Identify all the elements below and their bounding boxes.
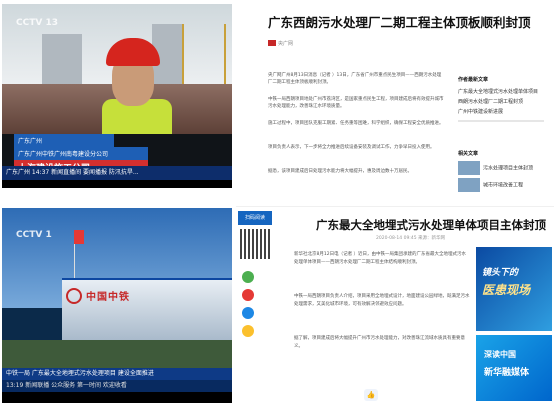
banner-line-2: 医患现场	[482, 283, 531, 297]
tv-frame-worker: CCTV 13 广东广州 广东广州中铁广州南粤建设分公司 上海建设施工公司 广东…	[2, 4, 232, 188]
divider	[458, 120, 544, 122]
banner-line-1: 镜头下的	[482, 268, 519, 278]
caption-nametag: 广东广州 广东广州中铁广州南粤建设分公司 上海建设施工公司	[14, 134, 148, 175]
qr-code-icon[interactable]	[240, 229, 270, 259]
related-item[interactable]: 污水处理项目主体封顶	[458, 161, 544, 175]
sidebar-link[interactable]: 广州中铁建设新进展	[458, 108, 544, 115]
related-title: 相关文章	[458, 151, 479, 157]
qq-share-icon[interactable]	[242, 307, 254, 319]
news-ticker-secondary: 13:19 新闻联播 公众服务 第一时间 欢迎收看	[2, 380, 232, 392]
caption-top: 广东广州	[14, 134, 114, 147]
article-paragraph: 据悉，该项目建成后日处理污水能力将大幅提升，惠及周边数十万居民。	[268, 169, 412, 174]
red-flag	[74, 230, 84, 244]
article-meta: 2020-08-14 09:45 来源：新华网	[376, 236, 445, 241]
letterbox-bar	[2, 392, 232, 403]
article-source: 央广网	[278, 41, 294, 47]
article-paragraph: 央广网广州8月13日消息（记者 ）13日，广东省广州市重点民生项目——西朗污水处…	[268, 73, 442, 85]
sidebar-related: 相关文章 污水处理项目主体封顶 城市环境改善工程	[458, 150, 544, 192]
wechat-share-icon[interactable]	[242, 271, 254, 283]
building-sign: 中国中铁	[86, 292, 130, 303]
weibo-share-icon[interactable]	[242, 289, 254, 301]
letterbox-bar	[2, 180, 232, 188]
news-ticker: 广东广州 14:37 新闻直播间 要闻播报 防汛抗旱...	[2, 166, 232, 180]
article-title[interactable]: 广东最大全地埋式污水处理单体项目主体封顶	[316, 217, 546, 233]
tv-frame-building: CCTV 1 中国中铁 中铁一局 广东最大全地埋式污水处理项目 建设全面推进 1…	[2, 208, 232, 403]
promo-banner-medical[interactable]: 镜头下的 医患现场	[476, 247, 552, 331]
promo-banner-media[interactable]: 深读中国 新华融媒体	[476, 335, 552, 401]
article-paragraph: 中铁一局西朗项目负责人介绍，项目采用全地埋式设计，地面建设公园绿地，既满足污水处…	[294, 294, 470, 307]
news-ticker: 中铁一局 广东最大全地埋式污水处理项目 建设全面推进	[2, 368, 232, 380]
related-thumbnail	[458, 178, 480, 192]
banner-line-1: 深读中国	[484, 350, 516, 359]
source-logo-icon	[268, 40, 276, 46]
like-button[interactable]: 👍	[364, 389, 378, 401]
banner-line-2: 新华融媒体	[484, 368, 530, 378]
company-logo-icon	[66, 288, 82, 304]
article-paragraph: 新华社北京8月12日电（记者 ）近日，由中铁一局集团承建的广东省最大全地埋式污水…	[294, 252, 467, 265]
related-item[interactable]: 城市环境改善工程	[458, 178, 544, 192]
caption-name: 广东广州中铁广州南粤建设分公司	[14, 147, 148, 160]
qr-label: 扫码阅读	[238, 211, 272, 225]
sidebar-link[interactable]: 广东最大全地埋式污水处理单体项目	[458, 88, 544, 95]
article-paragraph: 中铁一局西朗项目地处广州市荔湾区，是国家重点民生工程，项目建成后将有效提升城市污…	[268, 97, 444, 109]
related-thumbnail	[458, 161, 480, 175]
article-paragraph: 施工过程中，项目团队克服工期紧、任务重等困难，科学组织，确保工程安全优质推进。	[268, 121, 444, 126]
article-paragraph: 据了解，项目建成后将大幅提升广州市污水处理能力，对改善珠江流域水质具有重要意义。	[294, 336, 465, 349]
article-title[interactable]: 广东西朗污水处理厂二期工程主体顶板顺利封顶	[268, 12, 531, 31]
qzone-share-icon[interactable]	[242, 325, 254, 337]
channel-logo: CCTV 13	[16, 18, 58, 28]
landscaping	[2, 340, 232, 370]
sidebar-title: 作者最新文章	[458, 77, 489, 83]
article-paragraph: 项目负责人表示，下一步将全力推进后续设备安装及调试工作，力争早日投入使用。	[268, 145, 435, 150]
sidebar-link[interactable]: 西朗污水处理厂二期工程封顶	[458, 98, 544, 105]
channel-logo: CCTV 1	[16, 230, 52, 240]
article-panel-1: 广东西朗污水处理厂二期工程主体顶板顺利封顶 央广网 央广网广州8月13日消息（记…	[248, 0, 554, 206]
background-building	[42, 34, 82, 84]
article-panel-2: 扫码阅读 广东最大全地埋式污水处理单体项目主体封顶 2020-08-14 09:…	[236, 206, 554, 403]
sidebar-latest: 作者最新文章 广东最大全地埋式污水处理单体项目 西朗污水处理厂二期工程封顶 广州…	[458, 76, 544, 122]
